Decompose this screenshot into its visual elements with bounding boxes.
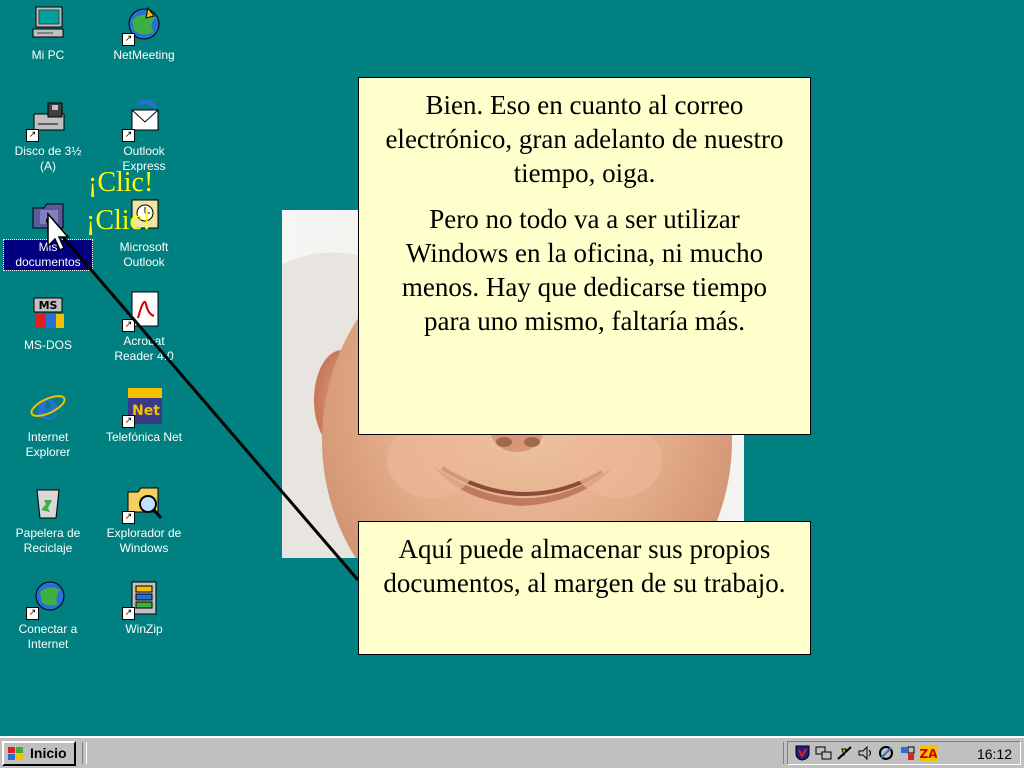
zonealarm-icon[interactable]: ZA	[920, 745, 938, 761]
tray-app-icon[interactable]	[878, 745, 895, 761]
start-button-label: Inicio	[30, 745, 67, 761]
callout-top: Bien. Eso en cuanto al correo electrónic…	[358, 77, 811, 435]
tray-app2-icon[interactable]	[899, 745, 916, 761]
callout-top-paragraph-1: Bien. Eso en cuanto al correo electrónic…	[385, 90, 784, 188]
taskbar: Inicio ZA 16:12	[0, 736, 1024, 768]
network-icon[interactable]	[815, 745, 832, 761]
svg-text:ZA: ZA	[920, 747, 937, 761]
clock[interactable]: 16:12	[977, 746, 1012, 762]
connection-icon[interactable]	[836, 745, 853, 761]
callout-bottom-text: Aquí puede almacenar sus propios documen…	[383, 534, 786, 598]
callout-top-paragraph-2: Pero no todo va a ser utilizar Windows e…	[401, 204, 768, 336]
callout-bottom: Aquí puede almacenar sus propios documen…	[358, 521, 811, 655]
start-button[interactable]: Inicio	[2, 741, 76, 766]
antivirus-shield-icon[interactable]	[794, 745, 811, 761]
system-tray: ZA 16:12	[787, 741, 1021, 765]
volume-icon[interactable]	[857, 745, 874, 761]
desktop: Mi PC ↗ NetMeeting ↗ Disco de 3½ (A) ↗ O…	[0, 0, 1024, 736]
windows-logo-icon	[8, 746, 24, 760]
taskbar-grip[interactable]	[82, 742, 87, 764]
